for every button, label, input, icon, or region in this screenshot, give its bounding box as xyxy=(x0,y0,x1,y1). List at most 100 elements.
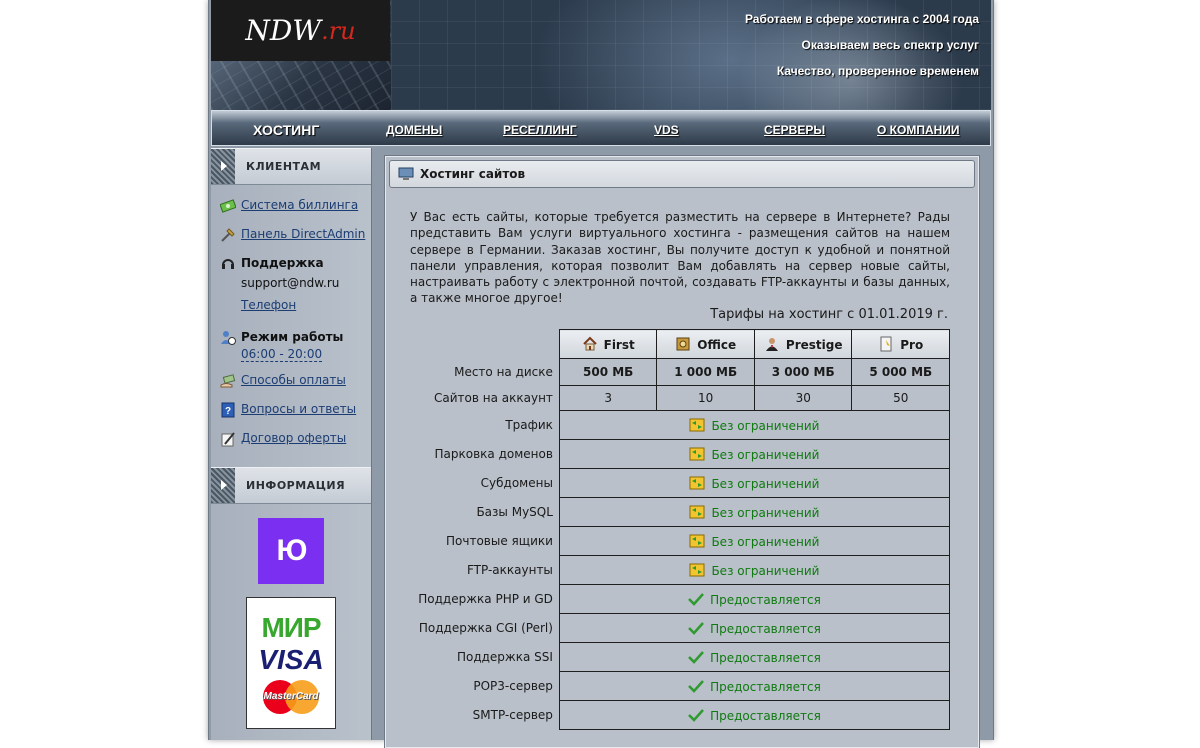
provided-value: Предоставляется xyxy=(558,584,951,614)
nav-domains[interactable]: ДОМЕНЫ xyxy=(386,111,442,145)
unlimited-value: Без ограничений xyxy=(558,555,951,585)
unlimited-value: Без ограничений xyxy=(558,468,951,498)
row-label: Субдомены xyxy=(480,476,553,490)
slogan-1: Работаем в сфере хостинга с 2004 года xyxy=(744,12,979,26)
row-label: Парковка доменов xyxy=(434,447,553,461)
info-title: ИНФОРМАЦИЯ xyxy=(246,479,346,492)
table-row: Сайтов на аккаунт 3 10 30 50 xyxy=(386,385,950,411)
payment-cards-logo[interactable]: МИР VISA MasterCard xyxy=(246,597,336,729)
nav-vds[interactable]: VDS xyxy=(654,111,679,145)
home-icon xyxy=(582,336,597,351)
businessman-icon xyxy=(765,338,778,351)
arrows-icon xyxy=(689,563,705,576)
arrows-icon xyxy=(689,534,705,547)
arrows-icon xyxy=(689,476,705,489)
mastercard-logo: MasterCard xyxy=(263,680,319,714)
row-label: Поддержка PHP и GD xyxy=(418,592,553,606)
table-row: Поддержка PHP и GD Предоставляется xyxy=(386,584,951,614)
table-row: Парковка доменов Без ограничений xyxy=(386,439,951,469)
billing-link[interactable]: Система биллинга xyxy=(241,198,358,212)
arrows-icon xyxy=(689,418,705,431)
visa-logo: VISA xyxy=(258,644,324,675)
table-row: Почтовые ящики Без ограничений xyxy=(386,526,951,556)
row-label: FTP-аккаунты xyxy=(466,563,553,577)
row-label: Почтовые ящики xyxy=(446,534,553,548)
row-label: POP3-сервер xyxy=(473,679,553,693)
phone-link[interactable]: Телефон xyxy=(241,298,296,312)
arrow-right-icon xyxy=(211,149,235,184)
arrow-right-icon xyxy=(211,468,235,503)
disk-value: 3 000 МБ xyxy=(753,358,853,386)
unlimited-value: Без ограничений xyxy=(558,526,951,556)
row-label: Поддержка SSI xyxy=(456,650,553,664)
checkmark-icon xyxy=(688,592,705,606)
empty-cell xyxy=(386,330,559,359)
logo-main: NDW xyxy=(245,14,322,47)
payment-hand-icon xyxy=(220,374,236,388)
support-email: support@ndw.ru xyxy=(241,276,340,290)
plan-header-prestige[interactable]: Prestige xyxy=(753,329,853,359)
checkmark-icon xyxy=(688,621,705,635)
directadmin-link[interactable]: Панель DirectAdmin xyxy=(241,227,365,241)
plan-header-pro[interactable]: Pro xyxy=(851,329,950,359)
headset-icon xyxy=(222,259,234,269)
main-nav: ХОСТИНГ ДОМЕНЫ РЕСЕЛЛИНГ VDS СЕРВЕРЫ О К… xyxy=(211,110,991,146)
document-icon xyxy=(880,336,892,352)
checkmark-icon xyxy=(688,679,705,693)
checkmark-icon xyxy=(688,708,705,722)
monitor-icon xyxy=(398,167,414,180)
tariffs-title: Тарифы на хостинг с 01.01.2019 г. xyxy=(710,307,948,322)
sites-value: 30 xyxy=(753,385,853,411)
tariffs-header-row: First Office Prestige Pro xyxy=(386,329,950,359)
sidebar: КЛИЕНТАМ Система биллинга Панель DirectA… xyxy=(211,148,372,740)
provided-value: Предоставляется xyxy=(558,613,951,643)
nav-hosting[interactable]: ХОСТИНГ xyxy=(253,111,319,145)
nav-reselling[interactable]: РЕСЕЛЛИНГ xyxy=(503,111,577,145)
plan-header-first[interactable]: First xyxy=(558,329,658,359)
svg-text:?: ? xyxy=(225,406,231,417)
yoomoney-logo[interactable]: Ю xyxy=(258,518,324,584)
table-row: Базы MySQL Без ограничений xyxy=(386,497,951,527)
tariffs-table: First Office Prestige Pro Место на диске 500 … xyxy=(386,329,951,730)
row-label: Место на диске xyxy=(454,365,553,379)
nav-servers[interactable]: СЕРВЕРЫ xyxy=(764,111,825,145)
provided-value: Предоставляется xyxy=(558,700,951,730)
table-row: Трафик Без ограничений xyxy=(386,410,951,440)
money-icon xyxy=(220,199,236,213)
table-row: FTP-аккаунты Без ограничений xyxy=(386,555,951,585)
content-title-bar: Хостинг сайтов xyxy=(389,160,975,188)
intro-text: У Вас есть сайты, которые требуется разм… xyxy=(410,210,950,306)
yoomoney-logo-text: Ю xyxy=(276,534,308,567)
unlimited-value: Без ограничений xyxy=(558,410,951,440)
help-book-icon: ? xyxy=(221,402,235,418)
safe-icon xyxy=(676,337,690,351)
sites-value: 10 xyxy=(656,385,755,411)
table-row: POP3-сервер Предоставляется xyxy=(386,671,951,701)
hours-title: Режим работы xyxy=(241,330,344,344)
faq-link[interactable]: Вопросы и ответы xyxy=(241,402,356,416)
support-title: Поддержка xyxy=(241,256,324,270)
logo-suffix: .ru xyxy=(321,16,356,45)
info-header: ИНФОРМАЦИЯ xyxy=(211,467,371,504)
user-clock-icon xyxy=(221,331,236,345)
provided-value: Предоставляется xyxy=(558,642,951,672)
offer-link[interactable]: Договор оферты xyxy=(241,431,346,445)
nav-about[interactable]: О КОМПАНИИ xyxy=(877,111,960,145)
clients-title: КЛИЕНТАМ xyxy=(246,160,322,173)
table-row: SMTP-сервер Предоставляется xyxy=(386,700,951,730)
site-logo[interactable]: NDW .ru xyxy=(211,0,390,61)
table-row: Место на диске 500 МБ 1 000 МБ 3 000 МБ 5 00… xyxy=(386,358,950,386)
disk-value: 500 МБ xyxy=(558,358,658,386)
unlimited-value: Без ограничений xyxy=(558,439,951,469)
table-row: Субдомены Без ограничений xyxy=(386,468,951,498)
plan-header-office[interactable]: Office xyxy=(656,329,755,359)
mir-logo: МИР xyxy=(261,612,321,643)
row-label: Поддержка CGI (Perl) xyxy=(418,621,553,635)
contract-pen-icon xyxy=(221,432,235,447)
payment-methods-link[interactable]: Способы оплаты xyxy=(241,373,346,387)
slogan-3: Качество, проверенное временем xyxy=(776,64,979,78)
table-row: Поддержка SSI Предоставляется xyxy=(386,642,951,672)
sites-value: 50 xyxy=(851,385,950,411)
row-label: Базы MySQL xyxy=(476,505,553,519)
row-label: Сайтов на аккаунт xyxy=(434,391,553,405)
